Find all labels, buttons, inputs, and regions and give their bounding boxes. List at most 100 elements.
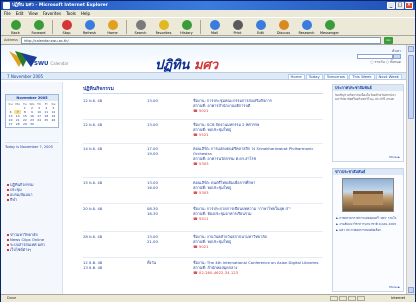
site-name: SWU Calendar xyxy=(34,61,68,67)
toolbar-button[interactable]: History xyxy=(175,20,198,35)
print-icon xyxy=(232,20,243,30)
scroll-up-button[interactable] xyxy=(408,46,414,52)
toolbar-button[interactable]: Edit xyxy=(249,20,272,35)
toolbar-button-label: History xyxy=(180,31,193,35)
toolbar-button[interactable]: Forward xyxy=(27,20,50,35)
event-time: 08.30 16.30 xyxy=(147,206,158,216)
event-details: ชื่องาน: SCB จัดงานมหกรรม 2 ทศวรรษ สถานที… xyxy=(193,122,323,137)
search-options[interactable]: ○ รายวัน ○ ทั้งหมด xyxy=(357,59,401,65)
left-menu-item[interactable]: เว็บไซต์ต่างๆ xyxy=(7,247,61,252)
menu-tools[interactable]: Tools xyxy=(66,10,76,17)
news-photo[interactable] xyxy=(342,178,394,212)
menu-bar: File Edit View Favorites Tools Help xyxy=(1,10,415,17)
news-box: ข่าวประชาสัมพันธ์ ► ภาพบรรยากาศการแสดงดน… xyxy=(332,168,404,292)
event-title[interactable]: คอนเสิร์ต: การแสดงดนตรีคลาสสิก วง Srinak… xyxy=(193,146,323,156)
toolbar-button-label: Edit xyxy=(257,31,264,35)
toolbar-button[interactable]: Refresh xyxy=(78,20,101,35)
toolbar-button[interactable]: Research xyxy=(295,20,318,35)
left-menu-secondary: ข่าวมหาวิทยาลัย News Clips Online ระบบสา… xyxy=(7,232,61,252)
site-abbrev: SWU xyxy=(34,61,49,67)
event-date: 14 พ.ย. 48 xyxy=(83,146,103,151)
web-page: SWU Calendar ปฏิทิน มศว ค้นหา ○ รายวัน ○… xyxy=(1,45,406,294)
menu-help[interactable]: Help xyxy=(81,10,90,17)
today-link[interactable]: Today is November 7, 2005 xyxy=(5,142,59,149)
vertical-scrollbar[interactable] xyxy=(406,45,415,294)
messenger-icon xyxy=(324,20,335,30)
toolbar-button-label: Stop xyxy=(62,31,71,35)
event-details: ชื่องาน: การประกวดการเขียนบทความ "ภาษาไท… xyxy=(193,206,323,221)
menu-file[interactable]: File xyxy=(4,10,11,17)
minimize-button[interactable]: _ xyxy=(387,2,395,9)
toolbar-button-label: Mail xyxy=(210,31,219,35)
left-menu-primary: ปฏิทินกิจกรรม ประชุม อบรม/สัมมนา กีฬา xyxy=(7,182,61,202)
go-button[interactable]: Go xyxy=(383,36,393,44)
calendar-date[interactable]: 27 xyxy=(7,122,14,126)
brand-left: ปฏิทิน xyxy=(155,58,194,73)
status-segments xyxy=(330,296,365,301)
left-menu-item[interactable]: กีฬา xyxy=(7,197,61,202)
event-phone: ☎ 5021 xyxy=(193,108,209,113)
announcement-more-link[interactable]: More ► xyxy=(389,155,403,159)
event-details: ชื่องาน: การประชุมคณะกรรมการส่งเสริมกิจก… xyxy=(193,98,323,113)
toolbar-button[interactable]: Back xyxy=(4,20,27,35)
nav-home[interactable]: Home xyxy=(287,74,305,80)
site-sub: Calendar xyxy=(50,61,69,66)
news-more-link[interactable]: More ► xyxy=(389,285,403,289)
toolbar-button[interactable]: Home xyxy=(101,20,124,35)
nav-tomorrow[interactable]: Tomorrow xyxy=(323,74,349,80)
toolbar-button[interactable]: Discuss xyxy=(272,20,295,35)
event-time: 13.00 21.00 xyxy=(147,234,158,244)
menu-edit[interactable]: Edit xyxy=(16,10,24,17)
event-details: คอนเสิร์ต: การแสดงดนตรีคลาสสิก วง Srinak… xyxy=(193,146,323,166)
event-phone: ☎ 5511 xyxy=(193,216,209,221)
event-divider xyxy=(83,177,323,178)
research-icon xyxy=(301,20,312,30)
toolbar-button[interactable]: Search xyxy=(129,20,152,35)
news-link[interactable]: ► มศว ประกาศผลการสอบคัดเลือก xyxy=(333,227,403,233)
nav-this-week[interactable]: This Week xyxy=(349,74,375,80)
building-image xyxy=(353,191,383,205)
event-phone: ☎ 5303 xyxy=(193,190,209,195)
main-content: ปฏิทินกิจกรรม 12 พ.ย. 48 13.00 ชื่องาน: กา… xyxy=(73,82,323,294)
menu-view[interactable]: View xyxy=(28,10,38,17)
event-divider xyxy=(83,257,323,258)
event-time: 13.00 xyxy=(147,98,158,103)
right-column: ประกาศประชาสัมพันธ์ ขอเชิญร่วมกิจกรรมเนื… xyxy=(332,82,404,294)
menu-favorites[interactable]: Favorites xyxy=(43,10,61,17)
nav-next-week[interactable]: Next Week xyxy=(375,74,402,80)
toolbar-button[interactable]: Messenger xyxy=(318,20,341,35)
toolbar-separator xyxy=(52,20,53,34)
scroll-down-button[interactable] xyxy=(408,287,414,293)
event-phone: ☎ 5303 xyxy=(193,161,209,166)
event-date: 12 พ.ย. 48 xyxy=(83,98,103,103)
search-icon xyxy=(135,20,146,30)
toolbar-separator xyxy=(200,20,201,34)
address-input[interactable]: http://calendar.swu.ac.th/ xyxy=(20,36,381,44)
calendar-date[interactable]: 29 xyxy=(21,122,28,126)
home-icon xyxy=(107,20,118,30)
toolbar-button-label: Forward xyxy=(31,31,46,35)
event-date: 12 พ.ย. 48 xyxy=(83,122,103,127)
event-time: 13.00 xyxy=(147,122,158,127)
toolbar-button-label: Home xyxy=(107,31,118,35)
toolbar-button[interactable]: Mail xyxy=(203,20,226,35)
calendar-grid: Su Mo Tu We Th Fr Sa 1 2 3 4 5 6 7 8 9 10 11 12 13 14 15 16 17 1… xyxy=(6,101,58,127)
toolbar-button[interactable]: Favorites xyxy=(152,20,175,35)
toolbar-button[interactable]: Print xyxy=(226,20,249,35)
scroll-thumb[interactable] xyxy=(408,55,414,119)
event-date: 28 พ.ย. 48 xyxy=(83,234,103,239)
event-divider xyxy=(83,203,323,204)
calendar-date[interactable]: 28 xyxy=(14,122,21,126)
close-button[interactable]: × xyxy=(405,2,413,9)
toolbar-button[interactable]: Stop xyxy=(55,20,78,35)
calendar-date[interactable]: 30 xyxy=(28,122,35,126)
browser-window: ปฏิทิน มศว - Microsoft Internet Explorer… xyxy=(0,0,416,302)
event-details: คอนเสิร์ต: ดนตรีไทยเดิมเพื่อการศึกษา สถาน… xyxy=(193,180,323,195)
discuss-icon xyxy=(278,20,289,30)
stop-icon xyxy=(61,20,72,30)
status-text: Done xyxy=(7,296,17,300)
event-time: 13.00 16.00 xyxy=(147,180,158,190)
security-zone: Internet xyxy=(391,296,405,300)
nav-today[interactable]: Today xyxy=(305,74,323,80)
maximize-button[interactable]: □ xyxy=(396,2,404,9)
